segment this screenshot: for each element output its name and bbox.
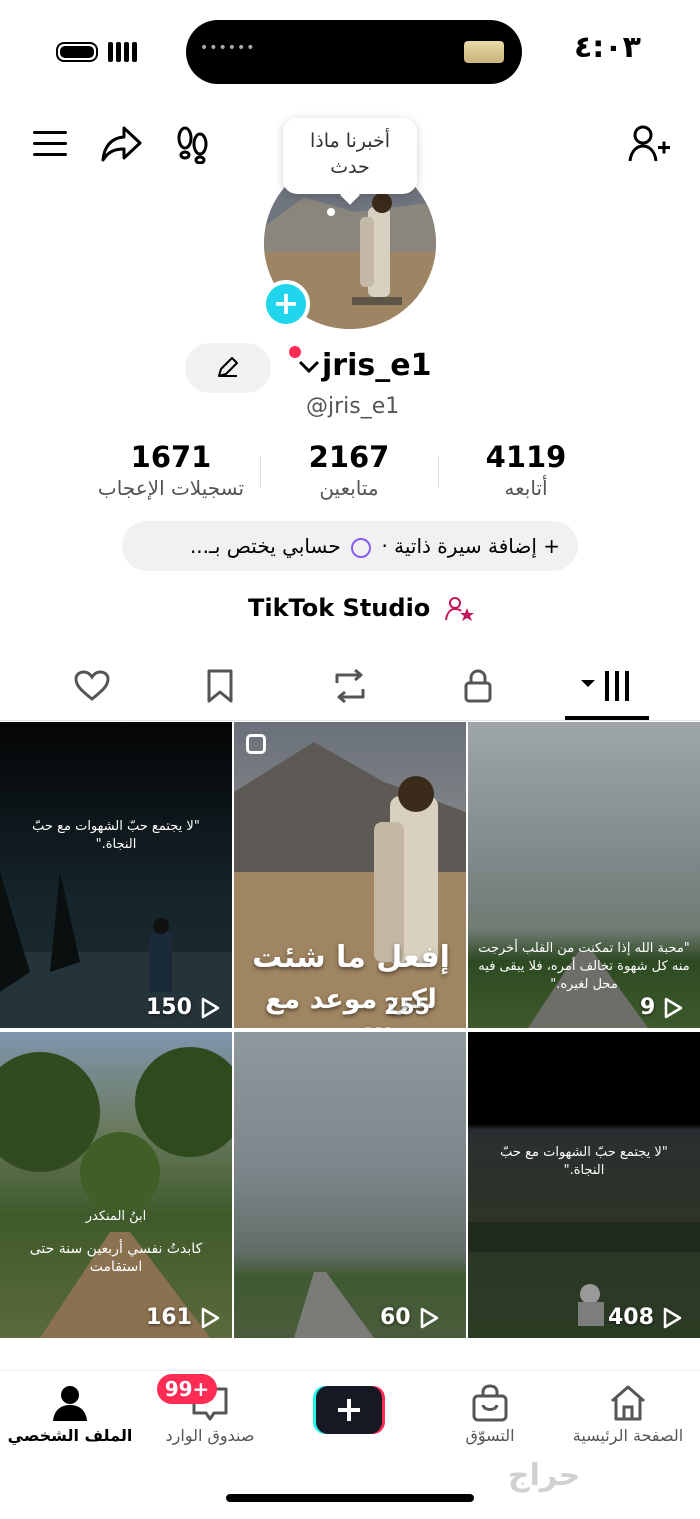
video-tile[interactable]: "محبة الله إذا تمكنت من القلب أخرجت منه … [468, 722, 700, 1028]
following-count: 4119 [485, 440, 567, 474]
tiktok-studio-link[interactable]: TikTok Studio [248, 594, 475, 622]
likes-label: تسجيلات الإعجاب [97, 476, 245, 500]
nav-shop-label: التسوّق [465, 1426, 515, 1445]
view-count: 255 [384, 995, 430, 1020]
likes-count: 1671 [130, 440, 212, 474]
play-icon [201, 1307, 220, 1328]
following-label: أتابعه [504, 476, 548, 500]
add-bio-pill[interactable]: + إضافة سيرة ذاتية · حسابي يختص بـ... [122, 521, 578, 571]
status-time: ٤:٠٣ [574, 30, 641, 65]
videos-grid-icon [581, 671, 629, 701]
nav-home[interactable]: الصفحة الرئيسية [560, 1380, 696, 1445]
stat-divider [438, 456, 439, 488]
video-caption: كابدتُ نفسي أربعين سنة حتى استقامت [29, 1241, 203, 1275]
tab-divider [0, 720, 700, 721]
battery-icon [56, 42, 98, 62]
share-icon[interactable] [100, 124, 142, 164]
view-count: 150 [146, 995, 220, 1020]
view-count: 60 [380, 1305, 439, 1330]
bookmark-icon [207, 669, 233, 703]
video-overlay-line-1: إفعل ما شئت [252, 940, 450, 975]
view-count: 161 [146, 1305, 220, 1330]
account-switch-chevron-icon[interactable] [298, 356, 320, 381]
add-bio-text: + إضافة سيرة ذاتية [394, 534, 560, 558]
lock-icon [464, 669, 492, 703]
stat-following[interactable]: 4119 أتابعه [456, 440, 596, 500]
bio-separator: · [381, 534, 388, 558]
play-icon [663, 1307, 682, 1328]
island-thumbnail [464, 41, 504, 63]
display-name[interactable]: jris_e1 [322, 348, 431, 383]
video-tile[interactable]: 60 [234, 1032, 466, 1338]
followers-count: 2167 [308, 440, 390, 474]
pinned-icon [246, 734, 266, 754]
home-indicator[interactable] [226, 1494, 474, 1502]
play-icon [420, 1307, 438, 1328]
heart-icon [74, 670, 110, 701]
bubble-pointer-dot [327, 208, 335, 216]
shopping-bag-icon [472, 1384, 508, 1422]
create-button[interactable] [311, 1384, 387, 1436]
video-caption: "لا يجتمع حبّ الشهوات مع حبّ النجاة." [500, 1145, 668, 1178]
nav-home-label: الصفحة الرئيسية [572, 1426, 684, 1445]
followers-label: متابعين [319, 476, 379, 500]
stat-likes[interactable]: 1671 تسجيلات الإعجاب [82, 440, 260, 500]
view-count: 9 [640, 995, 683, 1020]
view-count: 408 [608, 1305, 682, 1330]
add-story-button[interactable]: + [262, 280, 310, 328]
tab-saved[interactable] [190, 664, 250, 708]
profile-handle: @jris_e1 [306, 394, 400, 419]
island-dots: •••••• [200, 40, 256, 56]
nav-profile[interactable]: الملف الشخصي [6, 1380, 134, 1445]
pencil-icon [218, 356, 238, 377]
tab-videos[interactable] [577, 664, 637, 708]
profile-icon [53, 1386, 87, 1421]
studio-label: TikTok Studio [248, 594, 431, 622]
nav-profile-label: الملف الشخصي [7, 1426, 133, 1445]
video-caption-title: ابنُ المنكدر [85, 1209, 147, 1224]
bio-text: حسابي يختص بـ... [189, 534, 341, 558]
stat-divider [260, 456, 261, 488]
play-icon [201, 997, 220, 1018]
tab-private[interactable] [448, 664, 508, 708]
video-tile[interactable]: ابنُ المنكدر كابدتُ نفسي أربعين سنة حتى … [0, 1032, 232, 1338]
home-icon [611, 1385, 645, 1421]
bubble-line-2: حدث [330, 156, 370, 178]
edit-profile-button[interactable] [185, 343, 271, 393]
status-prompt-bubble[interactable]: أخبرنا ماذا حدث [283, 118, 417, 194]
video-caption: "محبة الله إذا تمكنت من القلب أخرجت منه … [478, 941, 690, 992]
nav-inbox-label: صندوق الوارد [165, 1426, 255, 1445]
tab-reposts[interactable] [320, 664, 380, 708]
stat-followers[interactable]: 2167 متابعين [274, 440, 424, 500]
signal-icon [108, 42, 137, 62]
smiley-icon [351, 537, 372, 558]
footprints-icon[interactable] [174, 124, 212, 164]
video-tile[interactable]: "لا يجتمع حبّ الشهوات مع حبّ النجاة." 40… [468, 1032, 700, 1338]
video-tile[interactable]: "لا يجتمع حبّ الشهوات مع حبّ النجاة." 15… [0, 722, 232, 1028]
tree-road-scene [0, 1047, 232, 1338]
bubble-line-1: أخبرنا ماذا [309, 130, 391, 152]
play-icon [665, 997, 683, 1018]
tab-liked[interactable] [62, 664, 122, 708]
haraj-watermark: حراج [508, 1458, 581, 1493]
video-tile[interactable]: إفعل ما شئت لكن موعد مع الله ب 255 [234, 722, 466, 1028]
add-friend-icon[interactable] [628, 124, 672, 164]
inbox-badge: 99+ [157, 1374, 217, 1404]
creator-star-icon [444, 597, 474, 621]
nav-shop[interactable]: التسوّق [440, 1380, 540, 1445]
video-caption: "لا يجتمع حبّ الشهوات مع حبّ النجاة." [32, 819, 200, 852]
repost-icon [335, 669, 365, 703]
menu-icon[interactable] [32, 126, 68, 162]
